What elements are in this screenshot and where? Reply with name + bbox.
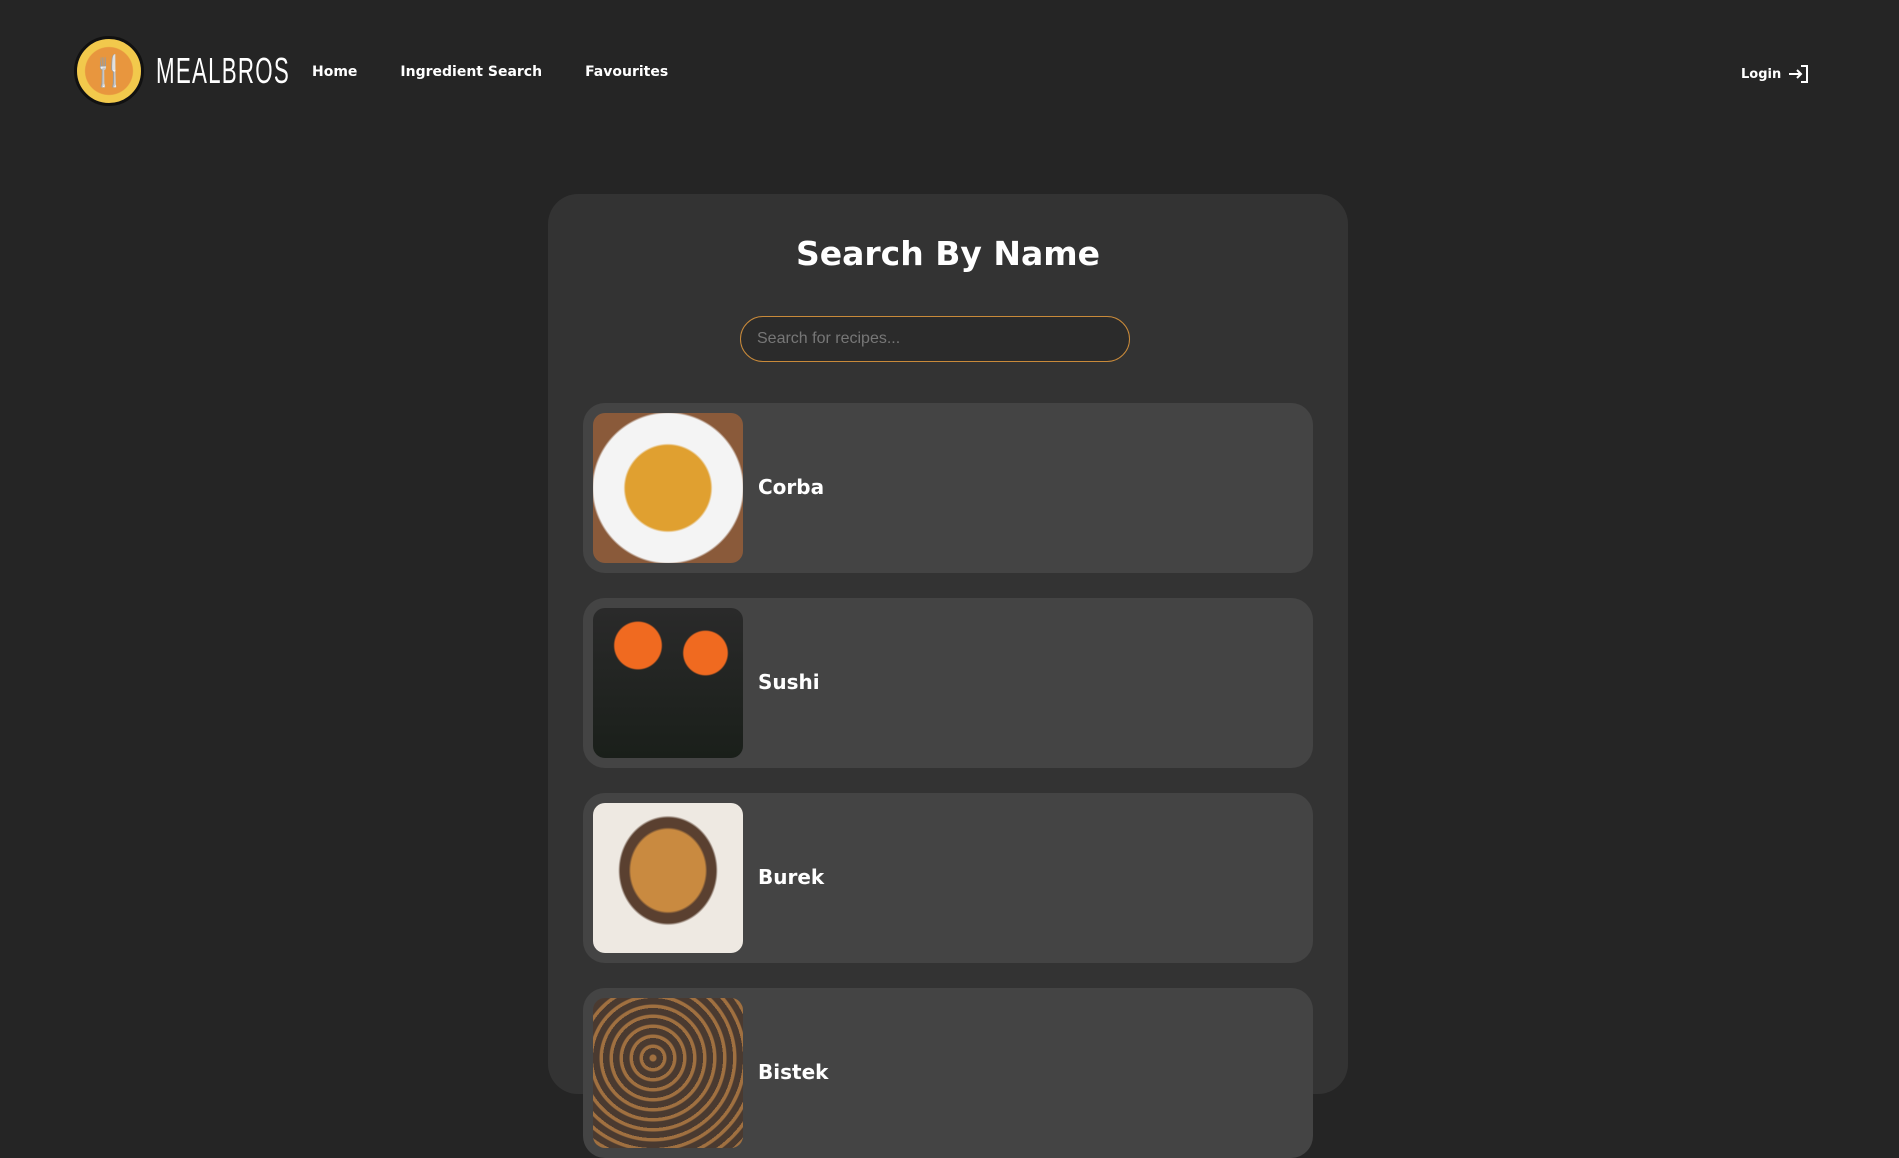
recipe-name: Bistek: [758, 1060, 829, 1084]
recipe-name: Sushi: [758, 670, 820, 694]
recipe-image: [593, 803, 743, 953]
fork-spoon-icon: 🍴: [74, 36, 144, 106]
brand-name: MEALBROS: [156, 50, 290, 91]
recipe-name: Corba: [758, 475, 825, 499]
login-button[interactable]: Login: [1741, 64, 1809, 84]
logo[interactable]: 🍴 MEALBROS: [74, 36, 290, 106]
search-input[interactable]: [740, 316, 1130, 362]
recipe-image: [593, 413, 743, 563]
nav-favourites[interactable]: Favourites: [585, 64, 668, 80]
recipe-item[interactable]: Sushi: [583, 598, 1313, 768]
nav-ingredient-search[interactable]: Ingredient Search: [400, 64, 542, 80]
search-card: Search By Name Corba Sushi Burek Bistek: [548, 194, 1348, 1158]
login-label: Login: [1741, 66, 1782, 82]
recipe-image: [593, 998, 743, 1148]
login-icon: [1789, 65, 1809, 83]
recipe-name: Burek: [758, 865, 825, 889]
nav-home[interactable]: Home: [312, 64, 357, 80]
page-title: Search By Name: [795, 234, 1101, 273]
recipe-item[interactable]: Bistek: [583, 988, 1313, 1158]
recipe-item[interactable]: Burek: [583, 793, 1313, 963]
main-nav: Home Ingredient Search Favourites: [312, 64, 668, 80]
recipe-item[interactable]: Corba: [583, 403, 1313, 573]
recipe-image: [593, 608, 743, 758]
